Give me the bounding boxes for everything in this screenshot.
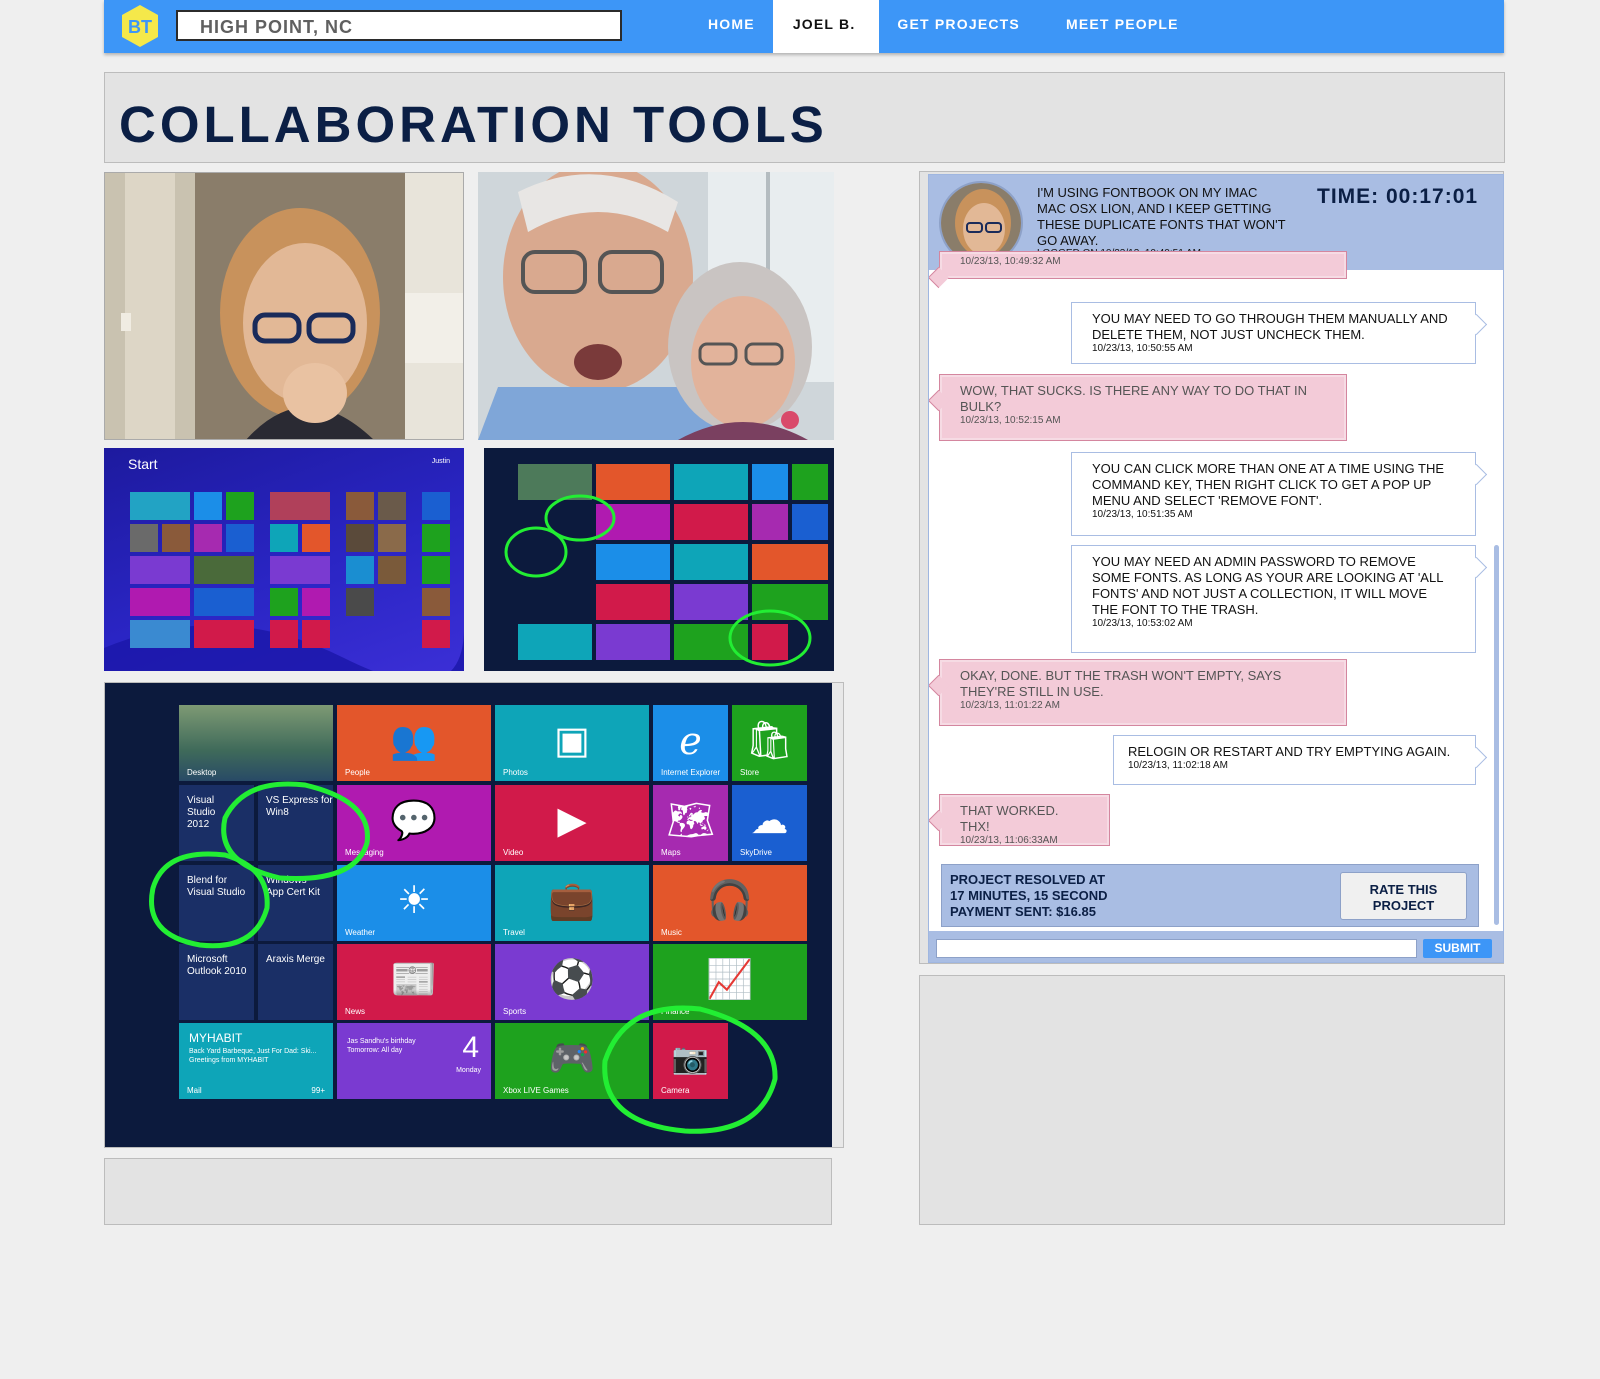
webcam-woman-image bbox=[105, 173, 463, 439]
chat-message-them: WOW, THAT SUCKS. IS THERE ANY WAY TO DO … bbox=[939, 374, 1347, 441]
nav-home[interactable]: HOME bbox=[690, 0, 773, 53]
rate-project-button[interactable]: RATE THIS PROJECT bbox=[1340, 872, 1467, 920]
top-navbar: BT HIGH POINT, NC HOME JOEL B. GET PROJE… bbox=[104, 0, 1504, 53]
submit-button[interactable]: SUBMIT bbox=[1423, 939, 1492, 958]
chat-panel: I'M USING FONTBOOK ON MY IMAC MAC OSX LI… bbox=[919, 171, 1504, 964]
chat-message-me: YOU CAN CLICK MORE THAN ONE AT A TIME US… bbox=[1071, 452, 1476, 536]
bt-logo[interactable]: BT bbox=[118, 4, 162, 48]
annotated-screen-tiles bbox=[484, 448, 834, 671]
chat-question: I'M USING FONTBOOK ON MY IMAC MAC OSX LI… bbox=[1037, 185, 1286, 248]
resolution-text: PROJECT RESOLVED AT 17 MINUTES, 15 SECON… bbox=[950, 872, 1108, 919]
chat-message-input[interactable] bbox=[936, 939, 1417, 958]
title-band: COLLABORATION TOOLS bbox=[104, 72, 1505, 163]
nav-meet-people[interactable]: MEET PEOPLE bbox=[1048, 0, 1197, 53]
annotation-circles bbox=[149, 781, 778, 1134]
chat-message-them: 10/23/13, 10:49:32 AM bbox=[939, 251, 1347, 279]
bottom-right-panel bbox=[919, 975, 1505, 1225]
webcam-feed-helper[interactable] bbox=[104, 172, 464, 440]
bottom-left-panel bbox=[104, 1158, 832, 1225]
chat-message-them: OKAY, DONE. BUT THE TRASH WON'T EMPTY, S… bbox=[939, 659, 1347, 726]
webcam-feed-client[interactable] bbox=[478, 172, 834, 440]
chat-message-me: YOU MAY NEED TO GO THROUGH THEM MANUALLY… bbox=[1071, 302, 1476, 364]
chat-message-me: YOU MAY NEED AN ADMIN PASSWORD TO REMOVE… bbox=[1071, 545, 1476, 653]
logo-text: BT bbox=[128, 17, 152, 37]
main-nav: HOME JOEL B. GET PROJECTS MEET PEOPLE bbox=[690, 0, 1197, 53]
resolution-summary: PROJECT RESOLVED AT 17 MINUTES, 15 SECON… bbox=[941, 864, 1479, 927]
webcam-elderly-couple-image bbox=[478, 172, 834, 440]
start-screen-main: Desktop 👥 People ▣ Photos e Internet Explor… bbox=[105, 683, 832, 1147]
session-timer: TIME: 00:17:01 bbox=[1317, 185, 1479, 208]
page-title: COLLABORATION TOOLS bbox=[119, 96, 828, 153]
chat-input-row: SUBMIT bbox=[929, 931, 1503, 962]
start-screen-tiles bbox=[104, 492, 464, 671]
chat-message-them: THAT WORKED. THX! 10/23/13, 11:06:33AM bbox=[939, 794, 1110, 846]
location-field[interactable]: HIGH POINT, NC bbox=[176, 10, 622, 41]
chat-window: I'M USING FONTBOOK ON MY IMAC MAC OSX LI… bbox=[928, 174, 1504, 963]
chat-message-me: RELOGIN OR RESTART AND TRY EMPTYING AGAI… bbox=[1113, 735, 1476, 785]
nav-profile[interactable]: JOEL B. bbox=[772, 0, 880, 53]
start-screen-thumbnail[interactable]: Start Justin bbox=[104, 448, 464, 671]
annotated-screen-thumbnail[interactable] bbox=[484, 448, 834, 671]
chat-scrollbar[interactable] bbox=[1494, 545, 1499, 925]
shared-screen-main[interactable]: Desktop 👥 People ▣ Photos e Internet Explor… bbox=[104, 682, 844, 1148]
nav-get-projects[interactable]: GET PROJECTS bbox=[879, 0, 1048, 53]
